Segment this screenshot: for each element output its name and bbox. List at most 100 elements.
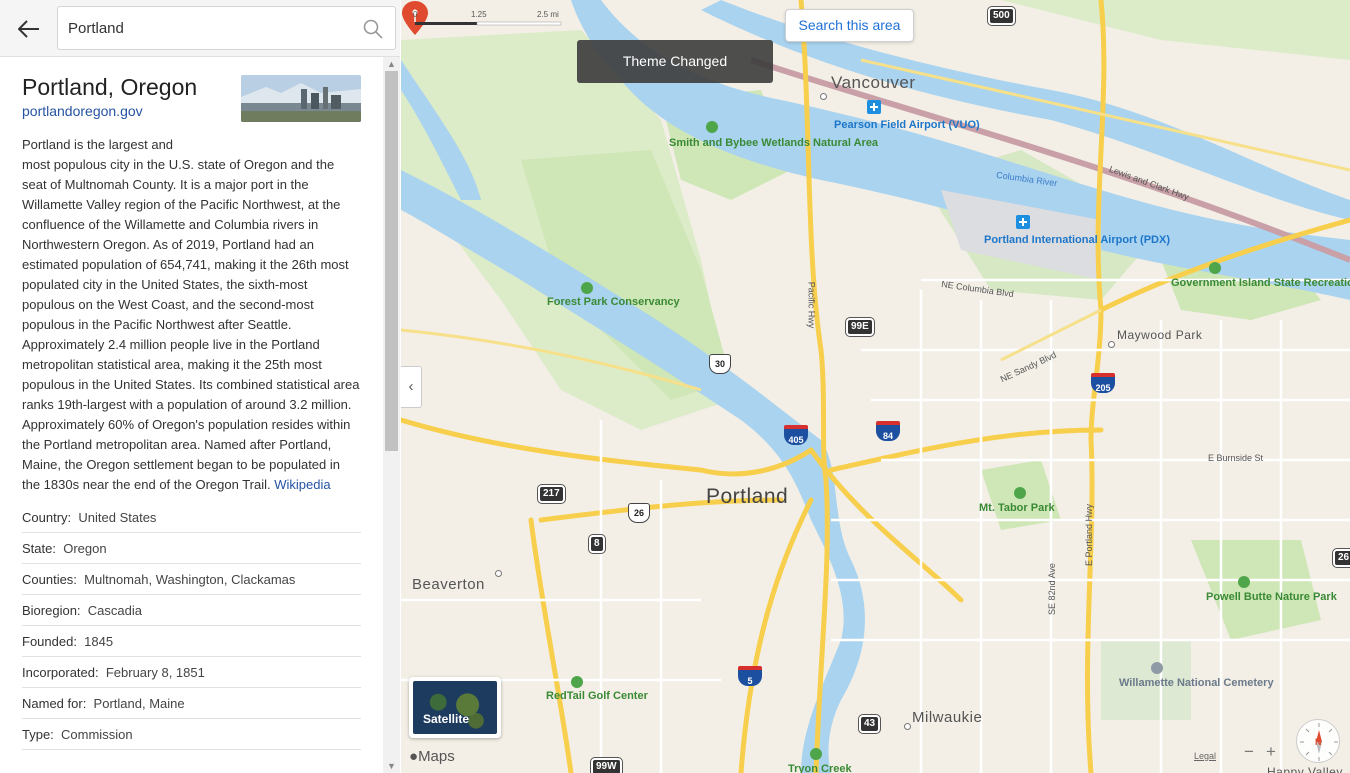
fact-key: Bioregion: [22,603,81,618]
map-base [401,0,1350,773]
city-label-milwaukie[interactable]: Milwaukie [912,709,982,726]
cemetery-icon [1151,662,1163,674]
fact-row: Founded: 1845 [22,626,361,657]
fact-row: State: Oregon [22,533,361,564]
park-label[interactable]: Willamette National Cemetery [1119,677,1274,689]
city-dot [820,93,827,100]
fact-key: Country: [22,510,72,525]
scale-bar: 0 1.25 2.5 mi [413,10,563,30]
route-shield: 500 [988,7,1015,25]
park-icon [1014,487,1026,499]
park-label[interactable]: Government Island State Recreation Area [1171,277,1350,289]
place-photo[interactable] [241,75,361,122]
fact-row: Incorporated: February 8, 1851 [22,657,361,688]
search-bar [0,0,400,57]
interstate-shield: 205 [1091,373,1115,393]
city-label-beaverton[interactable]: Beaverton [412,576,485,593]
summary-first-line: Portland is the largest and [22,137,174,152]
satellite-thumbnail: Satellite [413,681,497,734]
summary-text: most populous city in the U.S. state of … [22,157,360,492]
route-shield: 30 [709,354,731,374]
city-dot [1108,341,1115,348]
place-summary: Portland is the largest and most populous… [22,135,361,495]
scrollbar-thumb[interactable] [385,71,398,451]
satellite-toggle-button[interactable]: Satellite [409,677,501,738]
fact-key: Type: [22,727,54,742]
apple-logo-icon: ● [409,748,419,765]
interstate-shield: 405 [784,425,808,445]
city-label-portland[interactable]: Portland [706,485,788,509]
route-shield: 26 [628,503,650,523]
zoom-out-button[interactable]: − [1239,742,1259,762]
city-label-maywood-park[interactable]: Maywood Park [1117,328,1202,342]
arrow-left-icon [18,20,39,38]
fact-key: State: [22,541,56,556]
satellite-label: Satellite [423,712,470,726]
park-icon [706,121,718,133]
map-canvas[interactable]: Vancouver Portland Beaverton Milwaukie M… [401,0,1350,773]
place-panel: Portland, Oregon portlandoregon.gov Port… [0,57,383,773]
park-icon [1238,576,1250,588]
city-dot [904,723,911,730]
airport-label[interactable]: Pearson Field Airport (VUO) [834,119,980,131]
search-icon[interactable] [363,19,383,39]
park-label[interactable]: Smith and Bybee Wetlands Natural Area [669,137,878,149]
park-icon [1209,262,1221,274]
route-shield: 43 [859,715,881,733]
search-box [57,6,396,50]
route-shield: 99E [846,318,874,336]
fact-value: Multnomah, Washington, Clackamas [84,572,296,587]
toast-notification: Theme Changed [577,40,773,83]
park-label[interactable]: Mt. Tabor Park [979,502,1055,514]
road-label: SE 82nd Ave [1046,563,1057,615]
park-icon [581,282,593,294]
city-skyline-image [241,75,361,122]
fact-row: Named for: Portland, Maine [22,688,361,719]
search-input[interactable] [68,7,348,49]
route-shield: 8 [589,535,605,553]
fact-key: Named for: [22,696,87,711]
scroll-up-arrow-icon[interactable]: ▲ [383,57,400,71]
scale-ruler [415,21,562,26]
compass-north-label: N [1315,737,1322,747]
wikipedia-link[interactable]: Wikipedia [274,477,330,492]
scale-label: 0 [413,10,418,19]
zoom-in-button[interactable]: + [1261,742,1281,762]
fact-value: February 8, 1851 [105,665,205,680]
interstate-shield: 84 [876,421,900,441]
park-label[interactable]: Powell Butte Nature Park [1206,591,1337,603]
park-label[interactable]: RedTail Golf Center [546,690,648,702]
scroll-down-arrow-icon[interactable]: ▼ [383,759,400,773]
city-dot [495,570,502,577]
compass-icon[interactable]: N [1296,719,1340,763]
sidebar-scrollbar[interactable]: ▲ ▼ [383,57,400,773]
fact-row: Type: Commission [22,719,361,750]
park-label[interactable]: Tryon Creek [788,763,852,773]
search-this-area-button[interactable]: Search this area [785,9,914,42]
scale-label: 2.5 mi [537,10,559,19]
fact-row: Bioregion: Cascadia [22,595,361,626]
city-label-happy-valley[interactable]: Happy Valley [1267,765,1343,773]
airport-label[interactable]: Portland International Airport (PDX) [984,234,1170,246]
back-button[interactable] [12,12,46,46]
fact-value: Oregon [63,541,107,556]
scale-label: 1.25 [471,10,487,19]
city-label-vancouver[interactable]: Vancouver [831,73,916,93]
legal-link[interactable]: Legal [1194,751,1216,761]
maps-logo-text: Maps [418,748,455,765]
fact-value: Commission [61,727,133,742]
park-label[interactable]: Forest Park Conservancy [547,296,680,308]
airport-icon [1016,215,1030,229]
collapse-sidebar-button[interactable]: ‹ [401,366,422,408]
fact-key: Counties: [22,572,77,587]
fact-value: Cascadia [87,603,142,618]
interstate-shield: 5 [738,666,762,686]
road-label: E Portland Hwy [1084,503,1095,567]
maps-logo: ●Maps [409,748,455,765]
park-icon [571,676,583,688]
fact-value: 1845 [84,634,114,649]
route-shield: 217 [538,485,565,503]
fact-key: Incorporated: [22,665,99,680]
facts-list: Country: United States State: Oregon Cou… [22,502,361,750]
fact-row: Counties: Multnomah, Washington, Clackam… [22,564,361,595]
